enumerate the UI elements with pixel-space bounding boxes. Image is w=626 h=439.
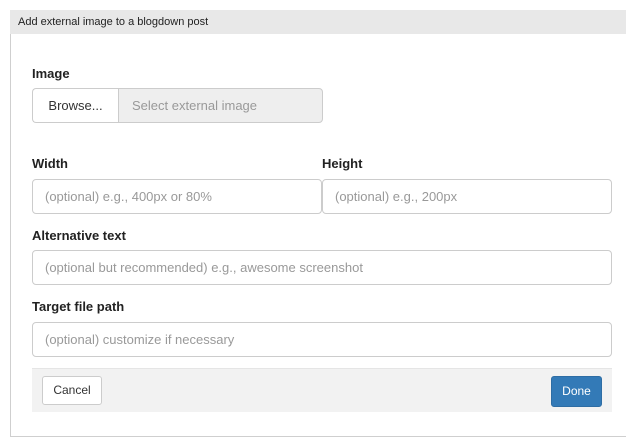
- target-path-label: Target file path: [32, 299, 125, 314]
- browse-button[interactable]: Browse...: [32, 88, 118, 123]
- image-label: Image: [32, 66, 70, 81]
- image-file-picker: Browse... Select external image: [32, 88, 323, 123]
- dialog-title-bar: Add external image to a blogdown post: [10, 10, 626, 34]
- height-input[interactable]: [322, 179, 612, 214]
- height-label: Height: [322, 156, 363, 171]
- alt-text-input[interactable]: [32, 250, 612, 285]
- width-label: Width: [32, 156, 68, 171]
- done-button[interactable]: Done: [551, 376, 602, 407]
- dialog-footer: Cancel Done: [32, 368, 612, 412]
- target-path-input[interactable]: [32, 322, 612, 357]
- cancel-button[interactable]: Cancel: [42, 376, 102, 405]
- dialog-title: Add external image to a blogdown post: [18, 16, 209, 28]
- width-input[interactable]: [32, 179, 322, 214]
- external-image-field[interactable]: Select external image: [118, 88, 323, 123]
- alt-text-label: Alternative text: [32, 228, 126, 243]
- dialog-body: Image Browse... Select external image Wi…: [10, 34, 626, 437]
